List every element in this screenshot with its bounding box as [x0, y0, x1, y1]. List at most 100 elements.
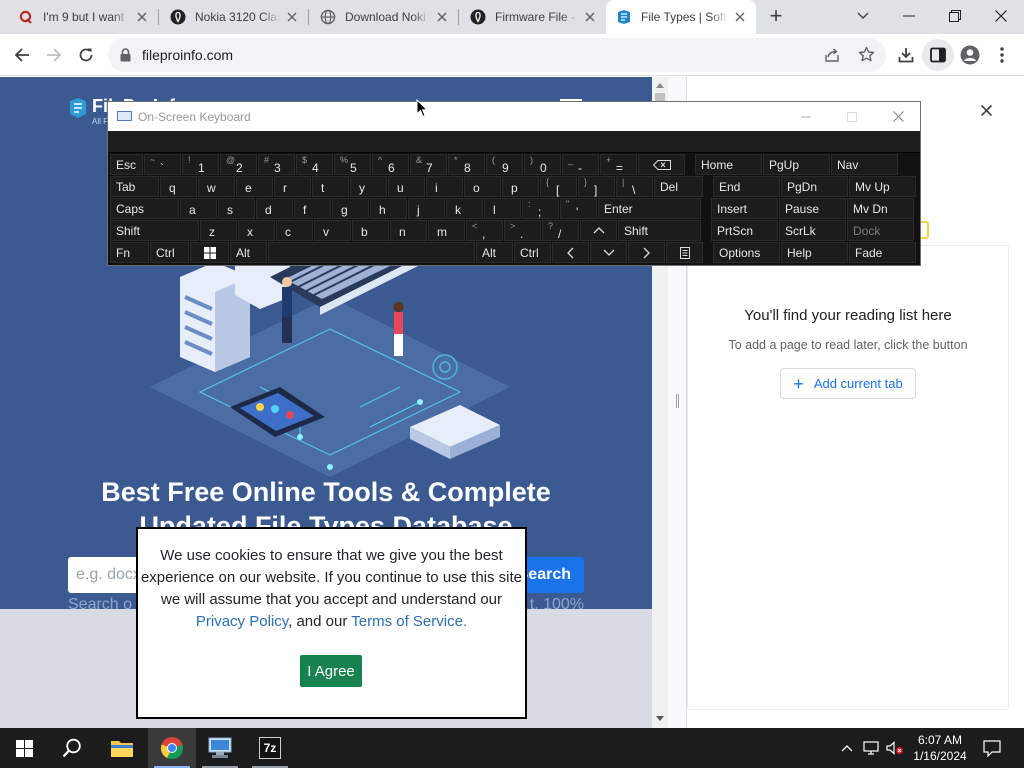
downloads-button[interactable]	[890, 39, 922, 71]
key-pgup[interactable]: PgUp	[763, 154, 830, 175]
menu-button[interactable]	[986, 39, 1018, 71]
key-nav[interactable]: Nav	[831, 154, 898, 175]
star-icon[interactable]	[858, 46, 875, 63]
key-pause[interactable]: Pause	[779, 198, 846, 219]
taskbar-computer[interactable]	[196, 728, 244, 768]
tab-0[interactable]: I'm 9 but I want	[8, 0, 158, 34]
key-symbol[interactable]: <,	[466, 220, 503, 241]
close-side-panel-button[interactable]	[975, 99, 997, 121]
key-esc[interactable]: Esc	[110, 154, 143, 175]
key-q[interactable]: q	[160, 176, 197, 197]
taskbar-clock[interactable]: 6:07 AM 1/16/2024	[905, 732, 975, 764]
key-6[interactable]: ^ 6	[372, 154, 409, 175]
key-symbol[interactable]: ~ `	[144, 154, 181, 175]
key-symbol[interactable]: ? /	[542, 220, 579, 241]
show-hidden-icons-button[interactable]	[838, 728, 856, 768]
key-tab[interactable]: Tab	[110, 176, 159, 197]
osk-minimize-button[interactable]	[784, 102, 828, 131]
key-r[interactable]: r	[274, 176, 311, 197]
key-prtscn[interactable]: PrtScn	[711, 220, 778, 241]
key-del[interactable]: Del	[654, 176, 703, 197]
key-3[interactable]: #3	[258, 154, 295, 175]
key-symbol[interactable]: _ -	[562, 154, 599, 175]
key-2[interactable]: @2	[220, 154, 257, 175]
key-arrow-down[interactable]	[590, 242, 627, 263]
key-symbol[interactable]: >.	[504, 220, 541, 241]
i-agree-button[interactable]: I Agree	[300, 655, 362, 687]
key-end[interactable]: End	[713, 176, 780, 197]
osk-titlebar[interactable]: On-Screen Keyboard	[108, 102, 920, 131]
reload-button[interactable]	[70, 39, 102, 71]
key-e[interactable]: e	[236, 176, 273, 197]
key-caps[interactable]: Caps	[110, 198, 179, 219]
volume-tray-button[interactable]	[884, 728, 906, 768]
key-arrow-left[interactable]	[552, 242, 589, 263]
key-9[interactable]: (9	[486, 154, 523, 175]
start-button[interactable]	[0, 728, 48, 768]
address-bar[interactable]: fileproinfo.com	[108, 38, 886, 72]
key-arrow-up[interactable]	[580, 220, 617, 241]
tab-search-button[interactable]	[840, 0, 886, 32]
key-z[interactable]: z	[200, 220, 237, 241]
key-h[interactable]: h	[370, 198, 407, 219]
taskbar-7zip[interactable]: 7z	[246, 728, 294, 768]
key-ctrl[interactable]: Ctrl	[514, 242, 551, 263]
privacy-policy-link[interactable]: Privacy Policy	[196, 613, 288, 630]
key-l[interactable]: l	[484, 198, 521, 219]
back-button[interactable]	[6, 39, 38, 71]
key-home[interactable]: Home	[695, 154, 762, 175]
scroll-up-icon[interactable]	[656, 83, 664, 88]
close-icon[interactable]	[582, 9, 598, 25]
osk-close-button[interactable]	[876, 102, 920, 131]
terms-of-service-link[interactable]: Terms of Service.	[351, 613, 467, 630]
key-ctrl[interactable]: Ctrl	[150, 242, 189, 263]
key-space[interactable]	[268, 242, 475, 263]
key-menu-key[interactable]	[666, 242, 703, 263]
key-mv-up[interactable]: Mv Up	[849, 176, 916, 197]
share-icon[interactable]	[824, 47, 840, 63]
minimize-button[interactable]	[886, 0, 932, 32]
key-7[interactable]: & 7	[410, 154, 447, 175]
network-tray-button[interactable]	[860, 728, 882, 768]
close-window-button[interactable]	[978, 0, 1024, 32]
taskbar-chrome[interactable]	[148, 728, 196, 768]
key-insert[interactable]: Insert	[711, 198, 778, 219]
key-o[interactable]: o	[464, 176, 501, 197]
key-a[interactable]: a	[180, 198, 217, 219]
key-v[interactable]: v	[314, 220, 351, 241]
key-t[interactable]: t	[312, 176, 349, 197]
key-n[interactable]: n	[390, 220, 427, 241]
key-m[interactable]: m	[428, 220, 465, 241]
key-4[interactable]: $4	[296, 154, 333, 175]
key-fade[interactable]: Fade	[849, 242, 916, 263]
key-symbol[interactable]: + =	[600, 154, 637, 175]
forward-button[interactable]	[38, 39, 70, 71]
key-y[interactable]: y	[350, 176, 387, 197]
key-help[interactable]: Help	[781, 242, 848, 263]
tab-3[interactable]: Firmware File - I	[460, 0, 606, 34]
tab-4-active[interactable]: File Types | Soft	[606, 0, 756, 34]
key-mv-dn[interactable]: Mv Dn	[847, 198, 914, 219]
key-scrlk[interactable]: ScrLk	[779, 220, 846, 241]
close-icon[interactable]	[134, 9, 150, 25]
key-s[interactable]: s	[218, 198, 255, 219]
key-pgdn[interactable]: PgDn	[781, 176, 848, 197]
taskbar-file-explorer[interactable]	[98, 728, 146, 768]
notifications-button[interactable]	[978, 728, 1006, 768]
key-shift[interactable]: Shift	[110, 220, 199, 241]
key-alt[interactable]: Alt	[230, 242, 267, 263]
key-windows-logo[interactable]	[190, 242, 229, 263]
key-shift[interactable]: Shift	[618, 220, 701, 241]
key-1[interactable]: ! 1	[182, 154, 219, 175]
add-current-tab-button[interactable]: + Add current tab	[780, 368, 916, 399]
profile-button[interactable]	[954, 39, 986, 71]
key-f[interactable]: f	[294, 198, 331, 219]
key-p[interactable]: p	[502, 176, 539, 197]
key-symbol[interactable]: }]	[578, 176, 615, 197]
key-alt[interactable]: Alt	[476, 242, 513, 263]
restore-button[interactable]	[932, 0, 978, 32]
new-tab-button[interactable]: +	[754, 0, 798, 32]
key-w[interactable]: w	[198, 176, 235, 197]
key-g[interactable]: g	[332, 198, 369, 219]
key-j[interactable]: j	[408, 198, 445, 219]
